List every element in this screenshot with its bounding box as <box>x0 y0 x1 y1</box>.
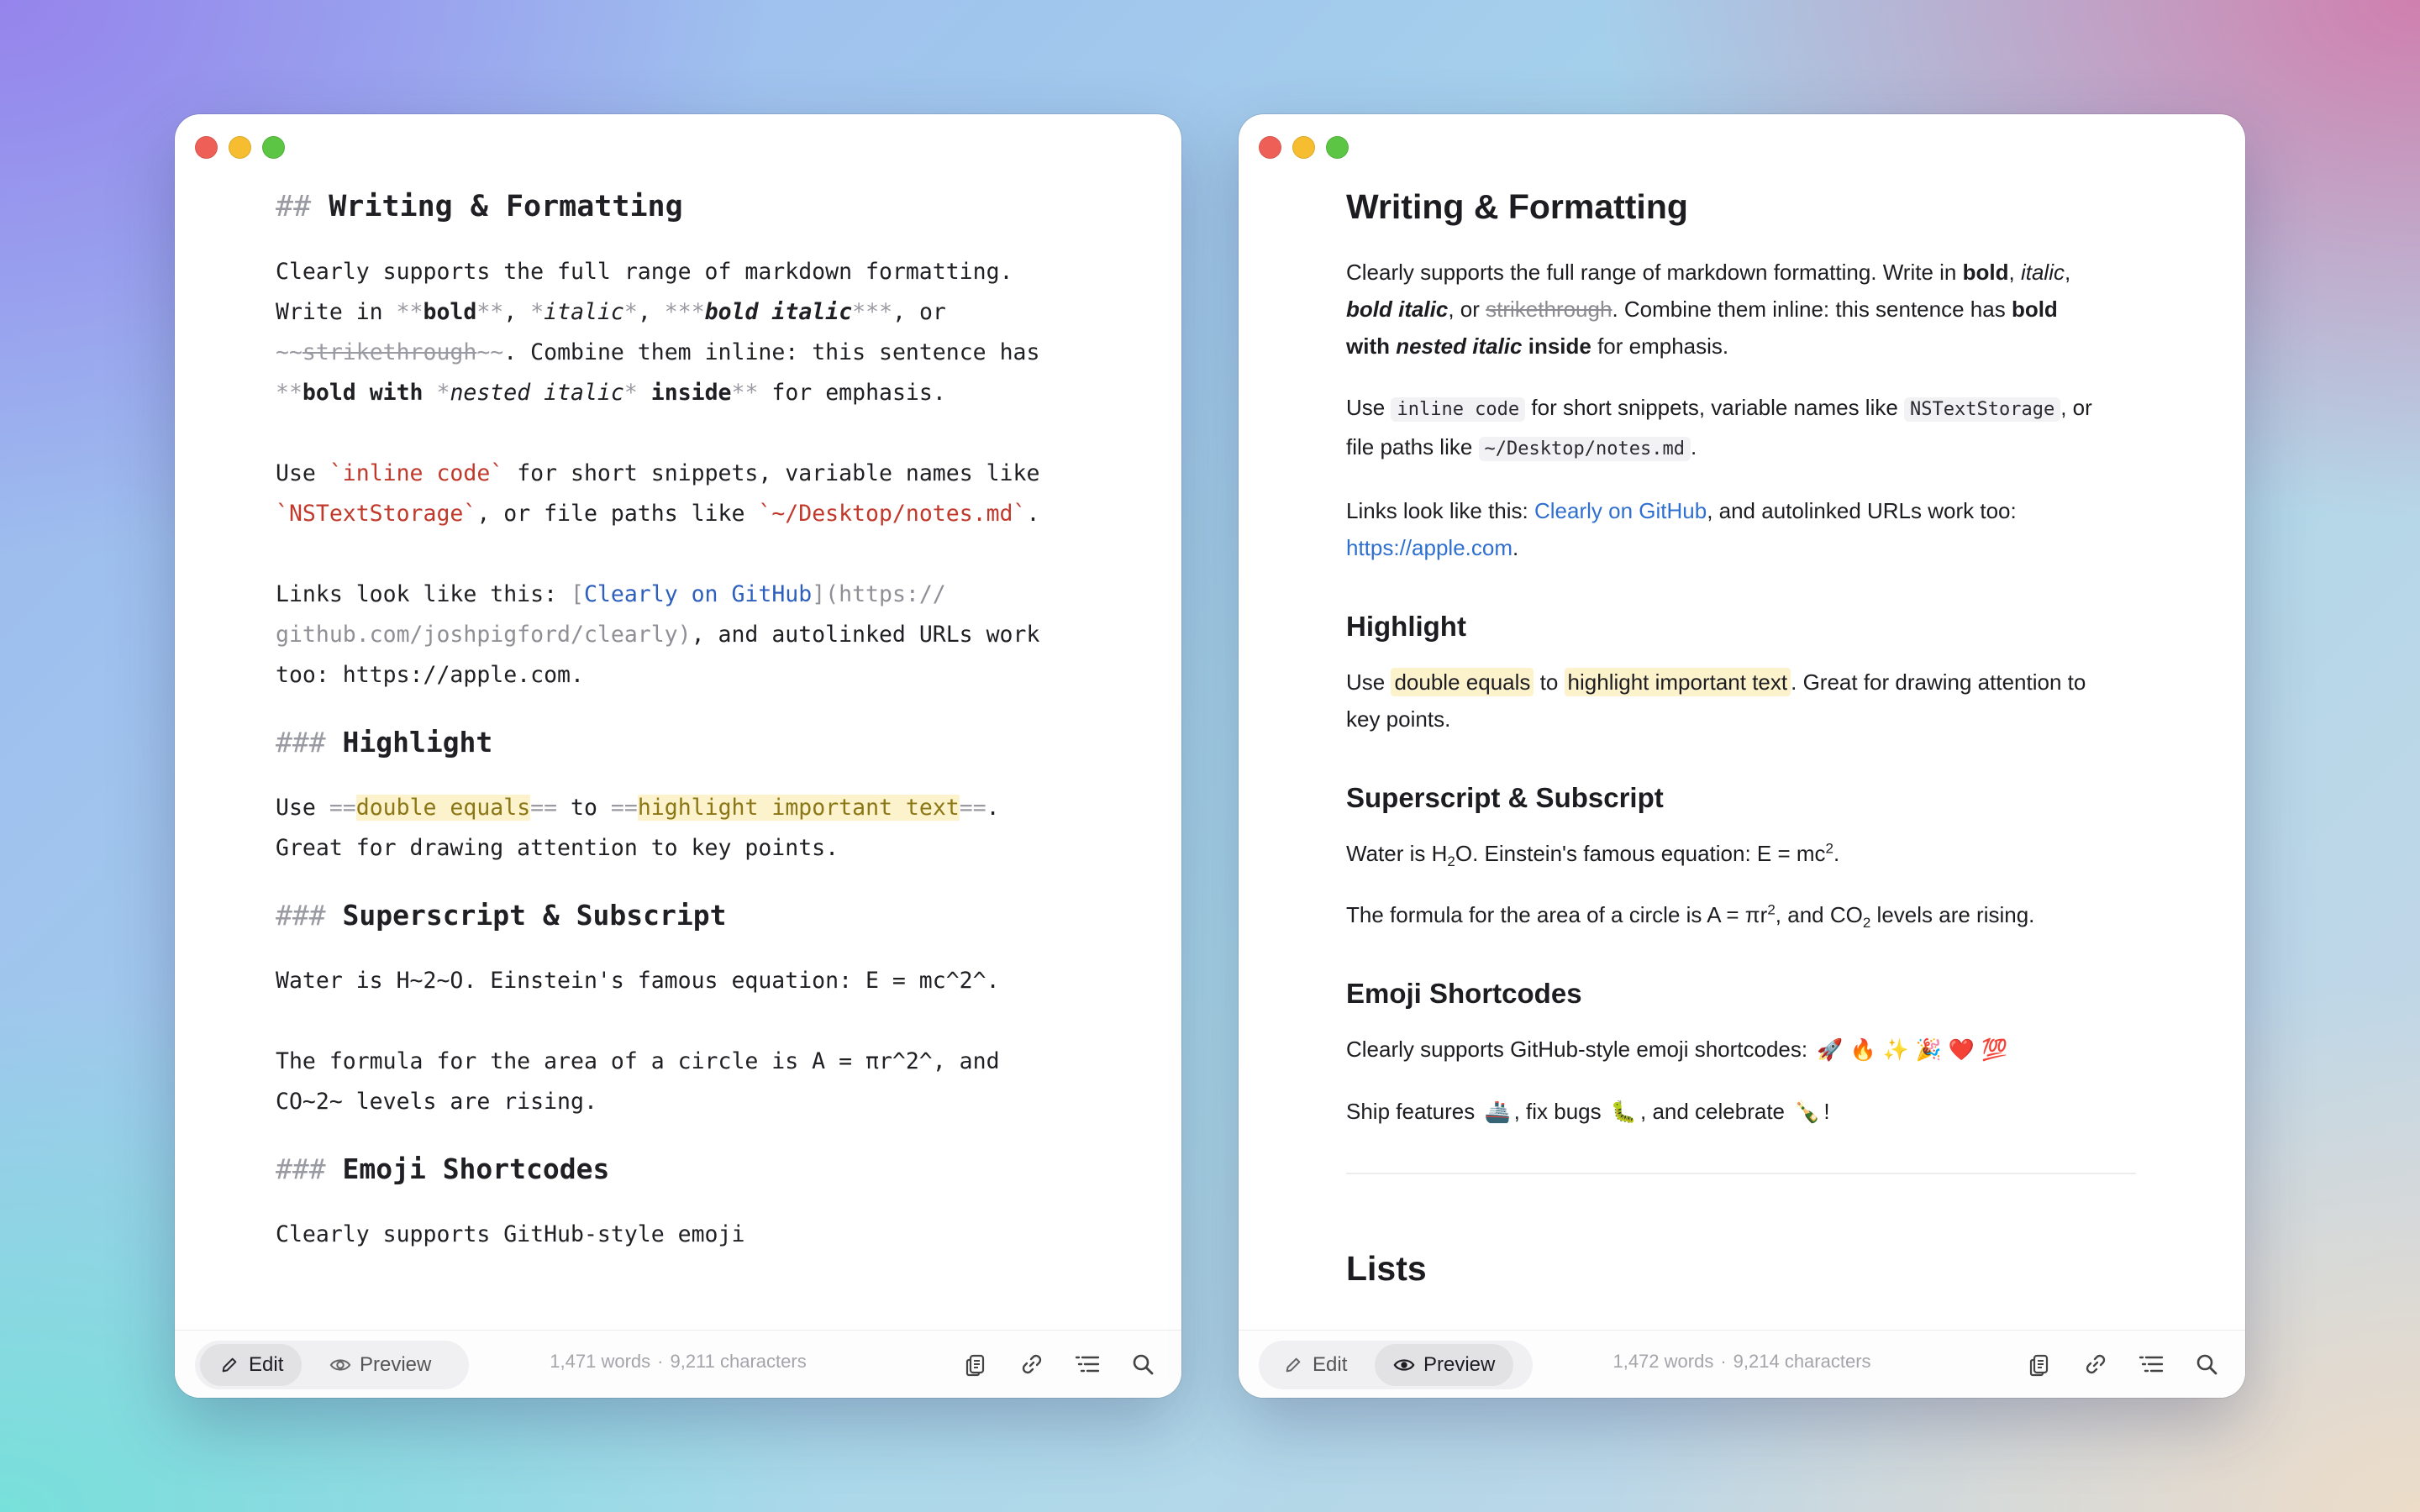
close-window-button[interactable] <box>1259 136 1281 159</box>
bug-emoji: 🐛 <box>1610 1100 1637 1124</box>
editor-heading-emoji: ### Emoji Shortcodes <box>276 1152 610 1185</box>
character-count: 9,214 characters <box>1733 1351 1871 1372</box>
copy-icon <box>2029 1354 2049 1377</box>
editor-line: too: https://apple.com. <box>276 662 584 688</box>
editor-line: Great for drawing attention to key point… <box>276 835 839 861</box>
editor-bottom-bar: Edit Preview 1,471 words · 9,211 character… <box>175 1330 1181 1398</box>
editor-line: ~~strikethrough~~. Combine them inline: … <box>276 339 1040 365</box>
party-emoji: 🎉 <box>1915 1037 1942 1062</box>
editor-line: Links look like this: [Clearly on GitHub… <box>276 581 946 607</box>
copy-button[interactable] <box>2025 1347 2055 1381</box>
editor-line: Use `inline code` for short snippets, va… <box>276 460 1040 486</box>
zoom-window-button[interactable] <box>1326 136 1349 159</box>
preview-heading-writing: Writing & Formatting <box>1346 187 1688 226</box>
link-icon <box>1022 1354 1042 1374</box>
hundred-emoji: 💯 <box>1981 1037 2008 1062</box>
link-button[interactable] <box>2081 1347 2111 1381</box>
outline-icon <box>2139 1356 2164 1373</box>
ship-emoji: 🚢 <box>1484 1100 1511 1124</box>
preview-content[interactable]: Writing & Formatting Clearly supports th… <box>1239 180 2245 1331</box>
editor-line: **bold with *nested italic* inside** for… <box>276 380 946 406</box>
minimize-window-button[interactable] <box>229 136 251 159</box>
preview-heading-emoji: Emoji Shortcodes <box>1346 978 1582 1009</box>
search-button[interactable] <box>2191 1347 2222 1381</box>
rocket-emoji: 🚀 <box>1817 1037 1844 1062</box>
word-count: 1,472 words <box>1612 1351 1714 1372</box>
preview-paragraph-formatting: Clearly supports the full range of markd… <box>1346 260 2071 359</box>
preview-paragraph-links: Links look like this: Clearly on GitHub,… <box>1346 498 2017 560</box>
toolbar-actions <box>2025 1347 2222 1381</box>
preview-paragraph-water: Water is H2O. Einstein's famous equation… <box>1346 840 1840 870</box>
outline-button[interactable] <box>1072 1347 1102 1381</box>
editor-line: github.com/joshpigford/clearly), and aut… <box>276 622 1040 648</box>
editor-heading-writing: ## Writing & Formatting <box>276 190 683 223</box>
editor-window: ## Writing & Formatting Clearly supports… <box>175 114 1181 1398</box>
window-controls <box>1259 136 1349 159</box>
search-button[interactable] <box>1128 1347 1158 1381</box>
copy-icon <box>965 1354 985 1377</box>
word-count: 1,471 words <box>550 1351 651 1372</box>
outline-button[interactable] <box>2136 1347 2166 1381</box>
preview-paragraph-emoji: Clearly supports GitHub-style emoji shor… <box>1346 1037 2008 1062</box>
preview-paragraph-ship: Ship features 🚢, fix bugs 🐛, and celebra… <box>1346 1099 1830 1124</box>
close-window-button[interactable] <box>195 136 218 159</box>
editor-line: `NSTextStorage`, or file paths like `~/D… <box>276 501 1040 527</box>
editor-heading-highlight: ### Highlight <box>276 726 493 759</box>
editor-line: The formula for the area of a circle is … <box>276 1048 1000 1074</box>
editor-line: Clearly supports the full range of markd… <box>276 259 1013 285</box>
champagne-emoji: 🍾 <box>1794 1100 1821 1124</box>
editor-line: Water is H~2~O. Einstein's famous equati… <box>276 968 1000 994</box>
editor-heading-superscript: ### Superscript & Subscript <box>276 899 727 932</box>
preview-paragraph-highlight: Use double equals to highlight important… <box>1346 668 2086 732</box>
preview-window: Writing & Formatting Clearly supports th… <box>1239 114 2245 1398</box>
editor-line: Write in **bold**, *italic*, ***bold ita… <box>276 299 946 325</box>
sparkles-emoji: ✨ <box>1882 1037 1909 1062</box>
rendered-preview: Writing & Formatting Clearly supports th… <box>1239 180 2136 1295</box>
apple-url-link[interactable]: https://apple.com <box>1346 535 1512 560</box>
link-button[interactable] <box>1017 1347 1047 1381</box>
outline-icon <box>1075 1356 1100 1373</box>
editor-content[interactable]: ## Writing & Formatting Clearly supports… <box>175 180 1181 1331</box>
heart-emoji: ❤️ <box>1948 1037 1975 1062</box>
zoom-window-button[interactable] <box>262 136 285 159</box>
editor-line: Use ==double equals== to ==highlight imp… <box>276 795 1000 821</box>
preview-paragraph-code: Use inline code for short snippets, vari… <box>1346 395 2092 461</box>
fire-emoji: 🔥 <box>1849 1037 1876 1062</box>
preview-heading-highlight: Highlight <box>1346 611 1466 642</box>
copy-button[interactable] <box>961 1347 992 1381</box>
window-controls <box>195 136 285 159</box>
editor-line: Clearly supports GitHub-style emoji <box>276 1221 745 1247</box>
markdown-editor[interactable]: ## Writing & Formatting Clearly supports… <box>175 180 1065 1255</box>
link-icon <box>2086 1354 2106 1374</box>
stats-separator: · <box>1720 1351 1727 1372</box>
search-icon <box>1133 1354 1154 1375</box>
preview-heading-lists: Lists <box>1346 1249 1427 1288</box>
horizontal-rule <box>1346 1173 2136 1174</box>
preview-bottom-bar: Edit Preview 1,472 words · 9,214 character… <box>1239 1330 2245 1398</box>
minimize-window-button[interactable] <box>1292 136 1315 159</box>
search-icon <box>2196 1354 2217 1375</box>
github-link[interactable]: Clearly on GitHub <box>1534 498 1707 523</box>
stats-separator: · <box>657 1351 664 1372</box>
preview-paragraph-circle: The formula for the area of a circle is … <box>1346 901 2035 932</box>
toolbar-actions <box>961 1347 1158 1381</box>
preview-heading-superscript: Superscript & Subscript <box>1346 782 1664 813</box>
editor-line: CO~2~ levels are rising. <box>276 1089 597 1115</box>
character-count: 9,211 characters <box>670 1351 807 1372</box>
